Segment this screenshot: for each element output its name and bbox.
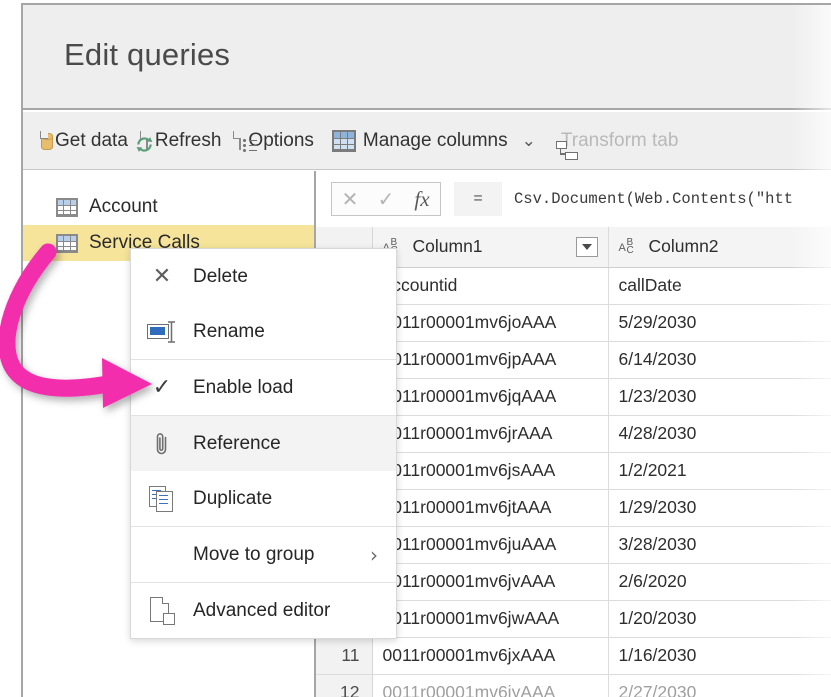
context-menu-item-advanced-editor[interactable]: Advanced editor (131, 583, 396, 638)
page-title: Edit queries (64, 37, 230, 73)
context-menu-label-duplicate: Duplicate (193, 488, 272, 510)
text-type-icon: A B C (619, 237, 640, 257)
toolbar-button-get-data[interactable]: Get data (37, 126, 137, 156)
cell-column2[interactable]: 2/6/2020 (608, 563, 831, 600)
chevron-down-icon[interactable]: ⌄ (522, 131, 536, 151)
column-header-label-column1: Column1 (413, 236, 483, 257)
cell-column2[interactable]: 5/29/2030 (608, 304, 831, 341)
window-title-bar: Edit queries (23, 5, 831, 110)
refresh-icon (146, 132, 148, 150)
table-icon (56, 234, 78, 253)
toolbar-button-refresh[interactable]: Refresh (137, 126, 231, 156)
formula-input[interactable]: Csv.Document(Web.Contents("htt (502, 182, 831, 216)
paperclip-glyph (154, 431, 170, 457)
main-toolbar: Get data Refresh (23, 112, 831, 170)
cell-column2[interactable]: callDate (608, 267, 831, 304)
duplicate-icon (131, 486, 193, 512)
context-menu-item-duplicate[interactable]: Duplicate (131, 471, 396, 526)
column-header-column1[interactable]: A B C Column1 (372, 227, 608, 267)
context-menu-label-delete: Delete (193, 266, 248, 288)
formula-equals-sign: = (454, 182, 502, 216)
screenshot-root: Edit queries Get data (0, 0, 831, 697)
context-menu-label-reference: Reference (193, 433, 281, 455)
cell-column2[interactable]: 1/2/2021 (608, 452, 831, 489)
formula-cancel-icon[interactable]: ✕ (332, 183, 368, 215)
cell-column2[interactable]: 1/16/2030 (608, 637, 831, 674)
context-menu-item-delete[interactable]: ✕ Delete (131, 249, 396, 304)
row-number: 11 (316, 637, 372, 674)
cell-column1[interactable]: 0011r00001mv6jyAAA (372, 674, 608, 697)
delete-icon: ✕ (131, 264, 193, 289)
table-icon (56, 198, 78, 217)
text-cursor-glyph (167, 321, 176, 343)
context-menu-item-reference[interactable]: Reference (131, 416, 396, 471)
sidebar-item-account[interactable]: Account (23, 189, 314, 225)
toolbar-button-transform-table[interactable]: Transform tab (545, 126, 688, 156)
query-context-menu: ✕ Delete Rename ✓ Enable load (130, 248, 397, 639)
table-row[interactable]: 12 0011r00001mv6jyAAA 2/27/2030 (316, 674, 831, 697)
cell-column1[interactable]: 0011r00001mv6jxAAA (372, 637, 608, 674)
filter-dropdown-icon[interactable] (576, 237, 598, 257)
refresh-arrows-glyph (134, 134, 155, 155)
toolbar-label-refresh: Refresh (155, 130, 222, 152)
cell-column2[interactable]: 1/23/2030 (608, 378, 831, 415)
column-header-label-column2: Column2 (649, 236, 719, 257)
check-glyph: ✓ (153, 375, 171, 400)
context-menu-item-move-to-group[interactable]: Move to group › (131, 527, 396, 582)
toolbar-button-manage-columns[interactable]: Manage columns ⌄ (323, 126, 545, 156)
table-row[interactable]: 11 0011r00001mv6jxAAA 1/16/2030 (316, 637, 831, 674)
sidebar-item-label-account: Account (89, 196, 158, 218)
cell-column2[interactable]: 6/14/2030 (608, 341, 831, 378)
rename-icon (131, 323, 193, 340)
cell-column2[interactable]: 3/28/2030 (608, 526, 831, 563)
context-menu-label-enable-load: Enable load (193, 377, 293, 399)
column-header-column2[interactable]: A B C Column2 (608, 227, 831, 267)
toolbar-button-options[interactable]: Options (230, 126, 322, 156)
toolbar-label-manage-columns: Manage columns (363, 130, 508, 152)
paperclip-icon (131, 431, 193, 457)
cell-column1[interactable]: 0011r00001mv6jwAAA (372, 600, 608, 637)
context-menu-label-move-to-group: Move to group (193, 544, 314, 566)
fx-icon[interactable]: fx (404, 183, 440, 215)
cell-column1[interactable]: 0011r00001mv6jpAAA (372, 341, 608, 378)
cell-column1[interactable]: 0011r00001mv6jqAAA (372, 378, 608, 415)
check-icon: ✓ (131, 375, 193, 400)
options-icon (239, 132, 241, 150)
chevron-right-icon[interactable]: › (370, 543, 396, 567)
cell-column2[interactable]: 2/27/2030 (608, 674, 831, 697)
manage-columns-icon (332, 130, 356, 152)
advanced-editor-icon (131, 597, 193, 624)
formula-bar: ✕ ✓ fx = Csv.Document(Web.Contents("htt (316, 171, 831, 227)
row-number: 12 (316, 674, 372, 697)
cell-column1[interactable]: accountid (372, 267, 608, 304)
toolbar-label-options: Options (248, 130, 313, 152)
context-menu-item-rename[interactable]: Rename (131, 304, 396, 359)
cell-column1[interactable]: 0011r00001mv6jrAAA (372, 415, 608, 452)
cell-column2[interactable]: 4/28/2030 (608, 415, 831, 452)
toolbar-label-transform-table: Transform tab (561, 130, 679, 152)
formula-bar-buttons: ✕ ✓ fx (331, 182, 441, 216)
cell-column1[interactable]: 0011r00001mv6jvAAA (372, 563, 608, 600)
cell-column2[interactable]: 1/29/2030 (608, 489, 831, 526)
get-data-icon (46, 132, 48, 150)
toolbar-label-get-data: Get data (55, 130, 128, 152)
cell-column1[interactable]: 0011r00001mv6juAAA (372, 526, 608, 563)
context-menu-label-advanced-editor: Advanced editor (193, 600, 330, 622)
cell-column1[interactable]: 0011r00001mv6joAAA (372, 304, 608, 341)
cell-column1[interactable]: 0011r00001mv6jtAAA (372, 489, 608, 526)
context-menu-label-rename: Rename (193, 321, 265, 343)
type-glyph-c: C (627, 246, 634, 256)
cell-column1[interactable]: 0011r00001mv6jsAAA (372, 452, 608, 489)
formula-accept-icon[interactable]: ✓ (368, 183, 404, 215)
context-menu-item-enable-load[interactable]: ✓ Enable load (131, 360, 396, 415)
cell-column2[interactable]: 1/20/2030 (608, 600, 831, 637)
type-glyph-a: A (619, 243, 626, 254)
